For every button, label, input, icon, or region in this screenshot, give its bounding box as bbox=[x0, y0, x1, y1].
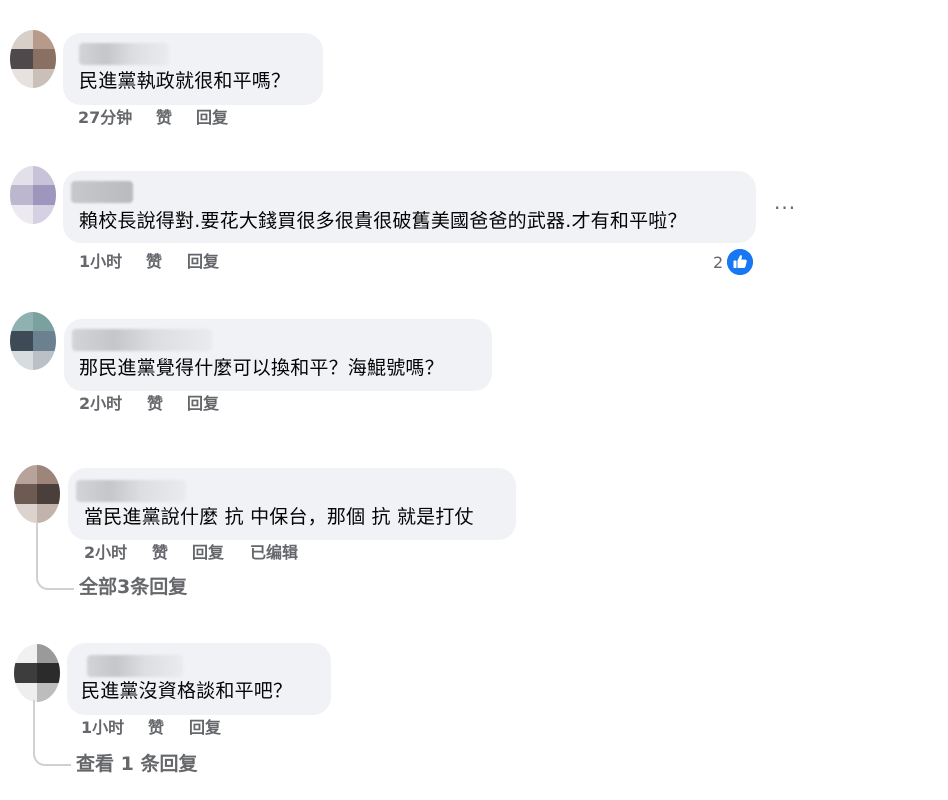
comment-text: 那民進黨覺得什麼可以換和平？海鯤號嗎？ bbox=[79, 357, 444, 379]
comment-text: 賴校長說得對.要花大錢買很多很貴很破舊美國爸爸的武器.才有和平啦？ bbox=[79, 210, 687, 232]
edited-label: 已编辑 bbox=[250, 543, 299, 562]
comment-timestamp[interactable]: 1小时 bbox=[79, 252, 122, 272]
comment-bubble: 民進黨沒資格談和平吧？ bbox=[67, 643, 331, 715]
reply-button[interactable]: 回复 bbox=[187, 394, 219, 414]
more-options-icon[interactable]: ··· bbox=[774, 196, 796, 220]
like-button[interactable]: 赞 bbox=[156, 108, 172, 128]
comment-timestamp[interactable]: 27分钟 bbox=[78, 108, 132, 128]
reply-button[interactable]: 回复 bbox=[192, 543, 224, 563]
commenter-name-redacted[interactable] bbox=[72, 329, 212, 351]
commenter-name-redacted[interactable] bbox=[71, 181, 133, 203]
like-button[interactable]: 赞 bbox=[148, 718, 164, 738]
comment-bubble: 賴校長說得對.要花大錢買很多很貴很破舊美國爸爸的武器.才有和平啦？ bbox=[63, 171, 756, 243]
reply-thread-line bbox=[36, 522, 74, 590]
comment-actions: 1小时 赞 回复 bbox=[81, 718, 321, 738]
like-button[interactable]: 赞 bbox=[147, 394, 163, 414]
comment-bubble: 民進黨執政就很和平嗎？ bbox=[63, 33, 323, 105]
avatar[interactable] bbox=[14, 465, 60, 523]
reply-button[interactable]: 回复 bbox=[196, 108, 228, 128]
reply-button[interactable]: 回复 bbox=[189, 718, 221, 738]
commenter-name-redacted[interactable] bbox=[87, 655, 183, 677]
comment-text: 民進黨沒資格談和平吧？ bbox=[81, 680, 293, 702]
comment-timestamp[interactable]: 2小时 bbox=[84, 543, 127, 563]
commenter-name-redacted[interactable] bbox=[79, 43, 169, 65]
comment-timestamp[interactable]: 2小时 bbox=[79, 394, 122, 414]
comment-actions: 27分钟 赞 回复 bbox=[78, 108, 318, 128]
reply-button[interactable]: 回复 bbox=[187, 252, 219, 272]
avatar[interactable] bbox=[14, 644, 60, 702]
comment-text: 民進黨執政就很和平嗎？ bbox=[79, 70, 291, 92]
avatar[interactable] bbox=[10, 312, 56, 370]
comment-text: 當民進黨說什麼 抗 中保台，那個 抗 就是打仗 bbox=[84, 506, 474, 528]
like-button[interactable]: 赞 bbox=[152, 543, 168, 563]
reply-thread-line bbox=[33, 700, 71, 766]
comment-timestamp[interactable]: 1小时 bbox=[81, 718, 124, 738]
comment-bubble: 那民進黨覺得什麼可以換和平？海鯤號嗎？ bbox=[64, 319, 492, 391]
commenter-name-redacted[interactable] bbox=[76, 480, 186, 502]
avatar[interactable] bbox=[10, 166, 56, 224]
comment-actions: 1小时 赞 回复 bbox=[79, 252, 319, 272]
thumbs-up-icon[interactable] bbox=[727, 249, 753, 275]
like-button[interactable]: 赞 bbox=[146, 252, 162, 272]
view-all-replies-link[interactable]: 全部3条回复 bbox=[79, 575, 187, 599]
reaction-count[interactable]: 2 bbox=[713, 253, 723, 272]
comment-bubble: 當民進黨說什麼 抗 中保台，那個 抗 就是打仗 bbox=[68, 468, 516, 540]
view-replies-link[interactable]: 查看 1 条回复 bbox=[76, 752, 197, 776]
comment-actions: 2小时 赞 回复 已编辑 bbox=[84, 543, 384, 563]
comment-actions: 2小时 赞 回复 bbox=[79, 394, 319, 414]
avatar[interactable] bbox=[10, 30, 56, 88]
